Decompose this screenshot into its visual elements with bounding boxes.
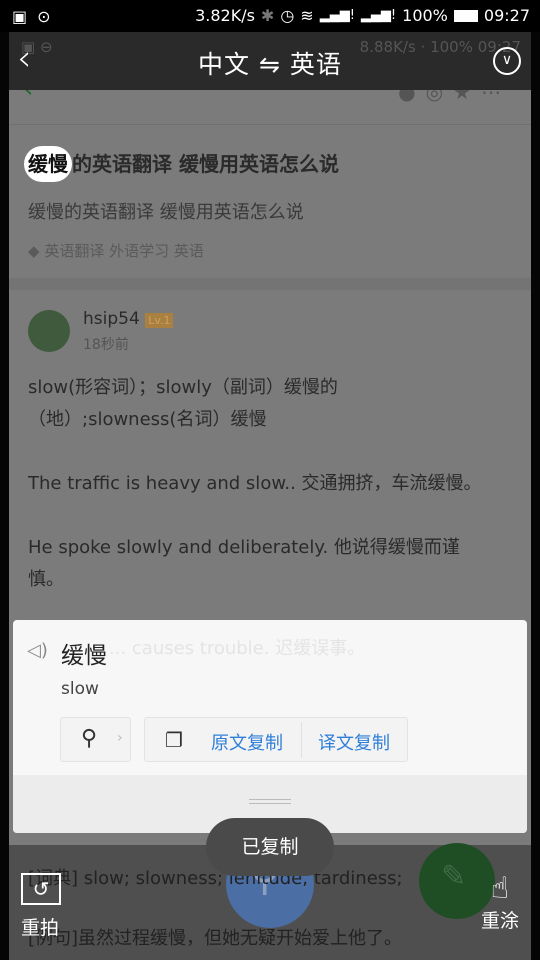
translation-text: slow	[61, 679, 99, 699]
net-speed: 3.82K/s	[195, 6, 255, 25]
source-text: 缓慢	[61, 643, 107, 669]
battery-level: 100%	[402, 6, 448, 25]
chevron-right-icon: ›	[117, 730, 123, 746]
camera-rotate-icon: ↺	[21, 873, 61, 905]
tag-icon: ◆	[28, 242, 45, 260]
translate-top-bar: ▣ ⊖ 8.88K/s · 100% 09:27 ‹ 中文 ⇋ 英语 ∨	[9, 32, 531, 90]
status-bar: ▣ ⊙ 3.82K/s ✱ ◷ ≋ ▂▄▆! ▂▄▆! 100% 09:27	[0, 0, 540, 32]
post-time: 18秒前	[83, 337, 129, 353]
answer-line: slow(形容词）；slowly（副词）缓慢的	[28, 377, 338, 398]
avatar	[28, 310, 70, 352]
swap-icon: ⇋	[259, 50, 281, 79]
wifi-icon: ≋	[300, 6, 314, 25]
edit-icon: ✎	[441, 859, 467, 894]
answer-line: 慎。	[28, 569, 64, 590]
language-pair[interactable]: 中文 ⇋ 英语	[9, 45, 531, 81]
clock: 09:27	[483, 6, 530, 25]
drag-handle-icon[interactable]	[249, 799, 291, 804]
copy-group: ❐ 原文复制 译文复制	[144, 717, 408, 762]
search-button[interactable]: ⚲ ›	[60, 717, 131, 762]
article-title: 缓慢 的英语翻译 缓慢用英语怎么说	[24, 146, 339, 182]
signal-icon: ▂▄▆!	[319, 8, 355, 23]
more-icon: ⊙	[37, 7, 51, 26]
answer-line: （地）;slowness(名词）缓慢	[28, 409, 267, 430]
alarm-icon: ◷	[280, 6, 295, 25]
copied-toast: 已复制	[206, 818, 334, 876]
highlighted-word: 缓慢	[24, 146, 72, 182]
retake-button[interactable]: ↺ 重拍	[21, 873, 61, 940]
article-tags: ◆ 英语翻译 外语学习 英语	[28, 242, 204, 260]
battery-icon	[453, 9, 478, 22]
article-subtitle: 缓慢的英语翻译 缓慢用英语怎么说	[28, 202, 304, 223]
answer-line: The traffic is heavy and slow.. 交通拥挤，车流缓…	[28, 473, 482, 494]
translation-card: ... causes trouble. 迟缓误事。 ◁) 缓慢 slow ⚲ ›…	[13, 620, 527, 833]
copy-icon: ❐	[165, 728, 183, 752]
image-icon: ▣	[12, 7, 28, 26]
copy-source-button[interactable]: 原文复制	[211, 729, 283, 755]
repaint-button[interactable]: ☝ 重涂	[481, 871, 519, 933]
speaker-icon[interactable]: ◁)	[27, 640, 48, 661]
search-icon: ⚲	[81, 726, 98, 751]
copy-translation-button[interactable]: 译文复制	[318, 729, 390, 755]
bluetooth-icon: ✱	[260, 6, 275, 25]
signal-icon: ▂▄▆!	[360, 8, 397, 23]
answer-line-showthrough: ... causes trouble. 迟缓误事。	[109, 638, 366, 659]
hand-pointer-icon: ☝	[490, 871, 510, 906]
answer-line: He spoke slowly and deliberately. 他说得缓慢而…	[28, 537, 460, 558]
level-badge: Lv.1	[145, 313, 174, 328]
answer-line: [例句]虽然过程缓慢，但她无疑开始爱上他了。	[28, 928, 403, 949]
chevron-down-icon[interactable]: ∨	[493, 47, 521, 75]
username: hsip54 Lv.1	[83, 309, 174, 329]
